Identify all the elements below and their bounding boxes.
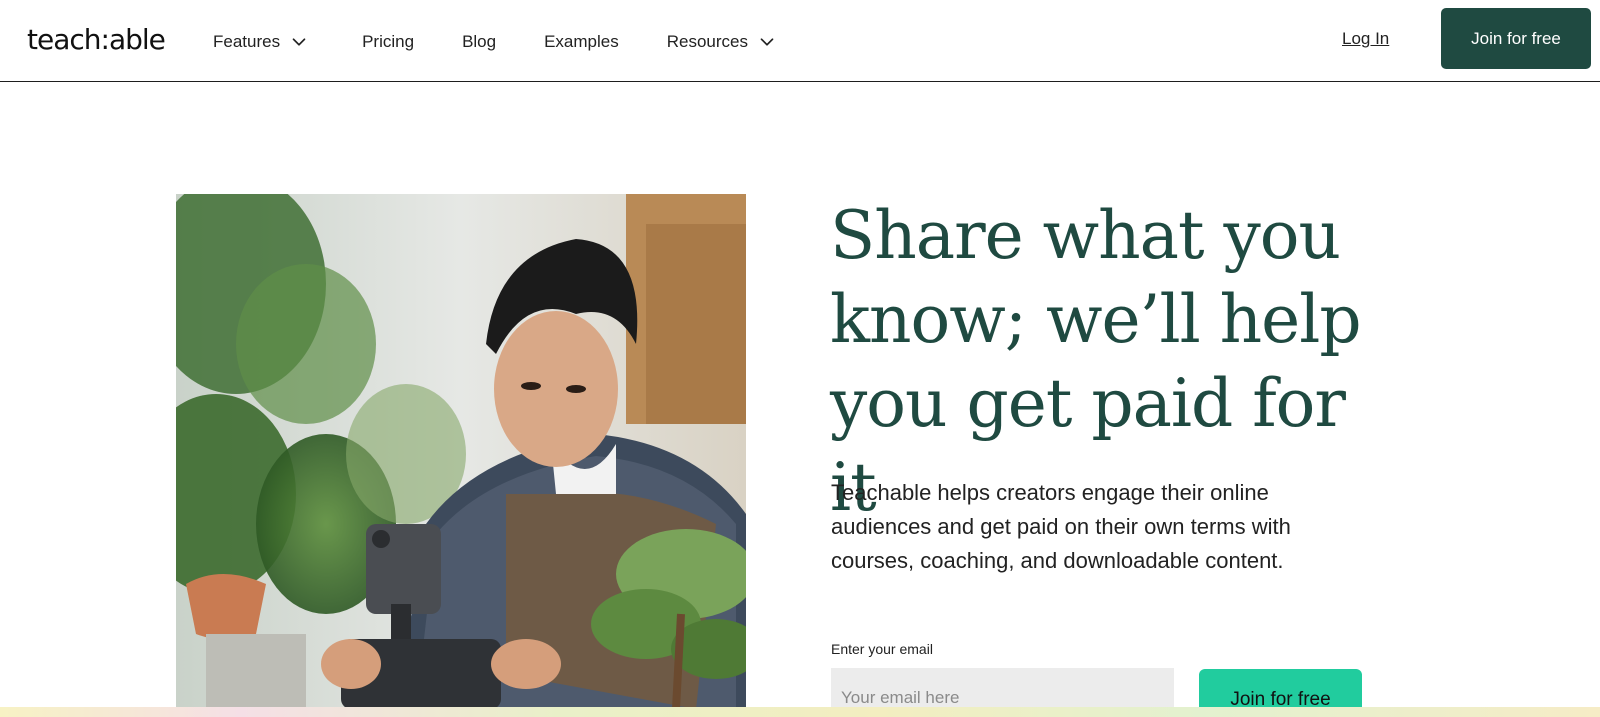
email-field-label: Enter your email	[831, 641, 933, 657]
chevron-down-icon	[760, 38, 774, 46]
nav-item-label: Examples	[544, 32, 619, 51]
nav-item-examples[interactable]: Examples	[544, 28, 619, 56]
nav-item-resources[interactable]: Resources	[667, 28, 778, 56]
chevron-down-icon	[292, 38, 306, 46]
teachable-logo[interactable]: teach:able	[27, 22, 166, 58]
site-header: teach:able Features Pricing Blog Example…	[0, 0, 1600, 82]
nav-item-pricing[interactable]: Pricing	[362, 28, 414, 56]
hero-photo-illustration	[176, 194, 746, 709]
hero-photo	[176, 194, 746, 709]
bottom-gradient-strip	[0, 707, 1600, 717]
nav-item-label: Blog	[462, 32, 497, 51]
hero-subtext: Teachable helps creators engage their on…	[831, 480, 1291, 573]
nav-item-features[interactable]: Features	[213, 28, 310, 56]
nav-item-label: Pricing	[362, 32, 415, 51]
login-link[interactable]: Log In	[1342, 27, 1389, 51]
nav-item-label: Resources	[666, 32, 748, 51]
main-nav: Features Pricing Blog Examples Resources	[213, 28, 826, 56]
nav-item-blog[interactable]: Blog	[462, 28, 496, 56]
nav-item-label: Features	[213, 32, 281, 51]
join-for-free-header-button[interactable]: Join for free	[1441, 8, 1591, 69]
